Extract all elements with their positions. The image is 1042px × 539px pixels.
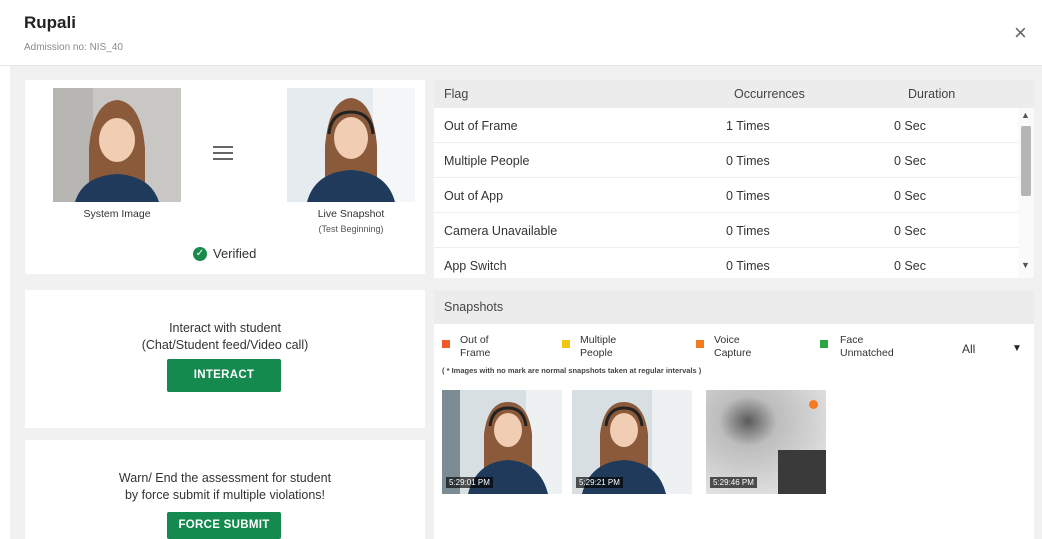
legend-swatch [562, 340, 570, 348]
snapshot-time: 5:29:46 PM [710, 477, 757, 488]
admission-number: Admission no: NIS_40 [24, 42, 123, 53]
interact-button[interactable]: INTERACT [167, 359, 281, 392]
identity-card: System Image Live Snapshot (Test Beginni… [25, 80, 425, 274]
chevron-down-icon[interactable]: ▼ [1012, 343, 1022, 354]
legend-swatch [820, 340, 828, 348]
live-snapshot-subcaption: (Test Beginning) [318, 224, 384, 234]
flags-table: Flag Occurrences Duration Out of Frame 1… [434, 80, 1034, 278]
warn-description: Warn/ End the assessment for student by … [118, 471, 332, 502]
table-row: Out of App 0 Times 0 Sec [434, 178, 1018, 213]
snapshot-thumbnail[interactable]: 5:29:21 PM [572, 390, 692, 494]
table-row: Camera Unavailable 0 Times 0 Sec [434, 213, 1018, 248]
system-image [53, 88, 181, 202]
snapshot-time: 5:29:01 PM [446, 477, 493, 488]
verified-status: ✓ Verified [193, 246, 256, 261]
verified-label: Verified [213, 246, 257, 261]
voice-capture-marker [809, 400, 818, 409]
snapshots-note: ( * Images with no mark are normal snaps… [442, 366, 702, 375]
system-image-caption: System Image [83, 208, 151, 220]
interact-panel: Interact with student (Chat/Student feed… [25, 290, 425, 428]
live-snapshot-caption: Live Snapshot [317, 208, 385, 220]
table-row: Out of Frame 1 Times 0 Sec [434, 108, 1018, 143]
modal-header: Rupali Admission no: NIS_40 × [0, 0, 1042, 66]
force-submit-button[interactable]: FORCE SUBMIT [167, 512, 281, 539]
snapshot-thumbnail[interactable]: 5:29:01 PM [442, 390, 562, 494]
table-row: Multiple People 0 Times 0 Sec [434, 143, 1018, 178]
legend-swatch [442, 340, 450, 348]
flags-scrollbar[interactable]: ▲ ▼ [1018, 108, 1034, 278]
occurrences-column-header: Occurrences [734, 87, 805, 101]
force-submit-panel: Warn/ End the assessment for student by … [25, 440, 425, 539]
student-name: Rupali [24, 13, 76, 32]
snapshot-time: 5:29:21 PM [576, 477, 623, 488]
snapshot-filter-select[interactable]: All [962, 342, 975, 356]
legend-swatch [696, 340, 704, 348]
flags-table-header: Flag Occurrences Duration [434, 80, 1034, 108]
snapshots-title: Snapshots [444, 300, 504, 314]
match-equals-icon [213, 146, 233, 164]
flag-column-header: Flag [444, 87, 469, 101]
snapshot-thumbnail[interactable]: 5:29:46 PM [706, 390, 826, 494]
scroll-up-icon[interactable]: ▲ [1021, 110, 1030, 120]
snapshots-panel: Snapshots Out of Frame Multiple People Voi… [434, 290, 1034, 539]
scrollbar-thumb[interactable] [1021, 126, 1031, 196]
check-circle-icon: ✓ [193, 246, 207, 261]
snapshots-header: Snapshots [434, 290, 1034, 324]
duration-column-header: Duration [908, 87, 956, 101]
scroll-down-icon[interactable]: ▼ [1021, 260, 1030, 270]
table-row: App Switch 0 Times 0 Sec [434, 248, 1018, 278]
flags-table-body[interactable]: Out of Frame 1 Times 0 Sec Multiple Peop… [434, 108, 1018, 278]
modal-body: System Image Live Snapshot (Test Beginni… [10, 66, 1042, 539]
live-snapshot-image [287, 88, 415, 202]
close-icon[interactable]: × [1014, 22, 1027, 44]
interact-description: Interact with student (Chat/Student feed… [141, 321, 309, 352]
